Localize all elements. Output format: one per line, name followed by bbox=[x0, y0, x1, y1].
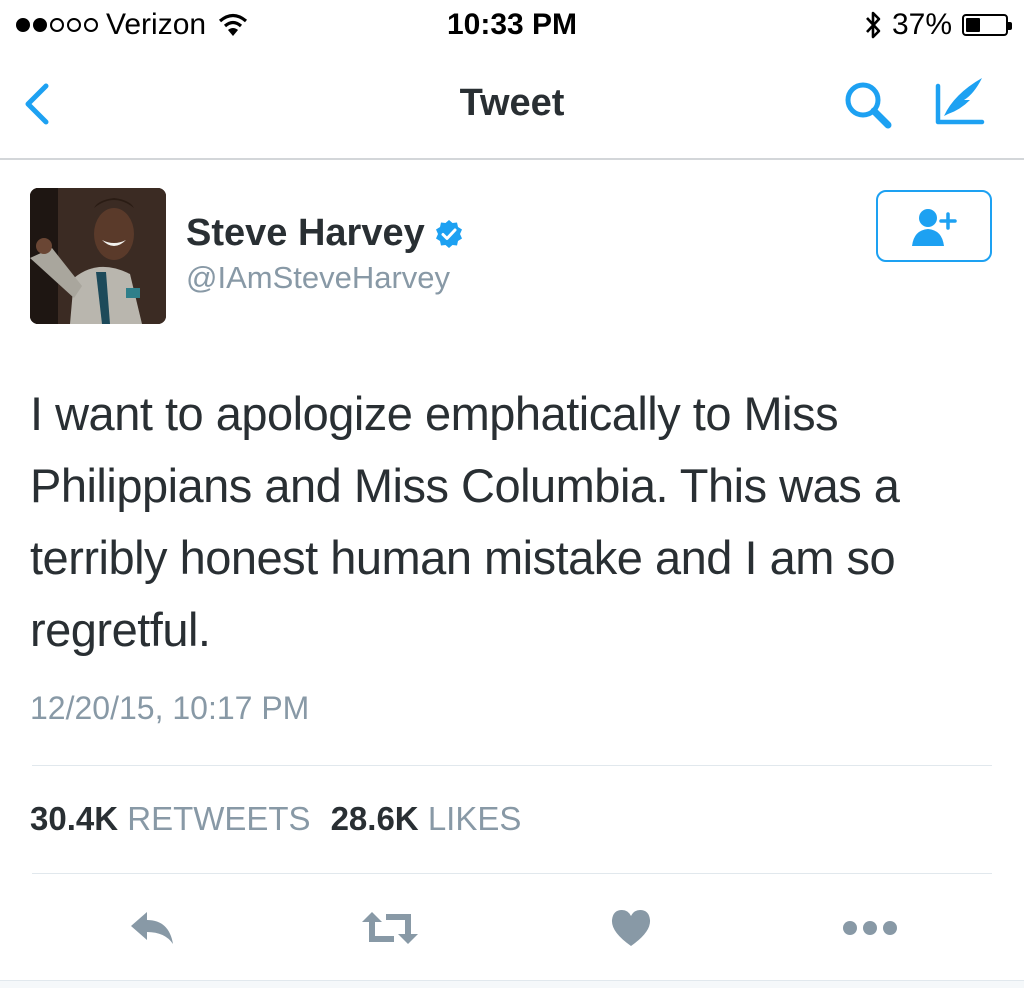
author-name-text: Steve Harvey bbox=[186, 212, 425, 254]
status-left: Verizon bbox=[16, 8, 248, 42]
action-bar bbox=[0, 900, 1024, 960]
likes-count: 28.6K bbox=[330, 800, 419, 837]
search-icon bbox=[845, 82, 892, 129]
signal-strength-icon bbox=[16, 18, 98, 32]
status-right: 37% bbox=[864, 8, 1012, 42]
divider bbox=[32, 765, 992, 766]
author-handle[interactable]: @IAmSteveHarvey bbox=[186, 260, 450, 296]
like-button[interactable] bbox=[601, 900, 661, 956]
tweet-timestamp: 12/20/15, 10:17 PM bbox=[30, 690, 310, 726]
retweets-stat[interactable]: 30.4K RETWEETS bbox=[30, 800, 311, 838]
divider bbox=[32, 873, 992, 874]
battery-percent: 37% bbox=[891, 8, 952, 41]
compose-button[interactable] bbox=[930, 72, 990, 132]
verified-icon bbox=[435, 219, 462, 248]
author-name[interactable]: Steve Harvey bbox=[186, 212, 465, 255]
bluetooth-icon bbox=[865, 11, 881, 39]
retweets-count: 30.4K bbox=[30, 800, 119, 837]
tweet-stats: 30.4K RETWEETS 28.6K LIKES bbox=[30, 800, 521, 838]
search-button[interactable] bbox=[838, 76, 898, 136]
carrier-name: Verizon bbox=[106, 8, 207, 41]
nav-bar: Tweet bbox=[0, 52, 1024, 160]
tweet-text: I want to apologize emphatically to Miss… bbox=[30, 387, 900, 656]
avatar-photo bbox=[30, 188, 166, 324]
likes-label: LIKES bbox=[427, 800, 522, 837]
reply-icon bbox=[131, 912, 173, 944]
more-icon bbox=[843, 921, 897, 935]
reply-button[interactable] bbox=[122, 900, 182, 956]
likes-stat[interactable]: 28.6K LIKES bbox=[331, 800, 522, 838]
like-icon bbox=[611, 910, 651, 946]
wifi-icon bbox=[219, 13, 248, 36]
battery-icon bbox=[962, 14, 1012, 36]
more-button[interactable] bbox=[840, 900, 900, 956]
retweets-label: RETWEETS bbox=[127, 800, 311, 837]
follow-icon bbox=[912, 209, 957, 246]
avatar[interactable] bbox=[30, 188, 166, 324]
follow-button[interactable] bbox=[876, 190, 992, 262]
retweet-icon bbox=[362, 912, 418, 944]
compose-icon bbox=[935, 78, 985, 125]
status-bar: Verizon 10:33 PM 37% bbox=[0, 0, 1024, 52]
retweet-button[interactable] bbox=[360, 900, 420, 956]
